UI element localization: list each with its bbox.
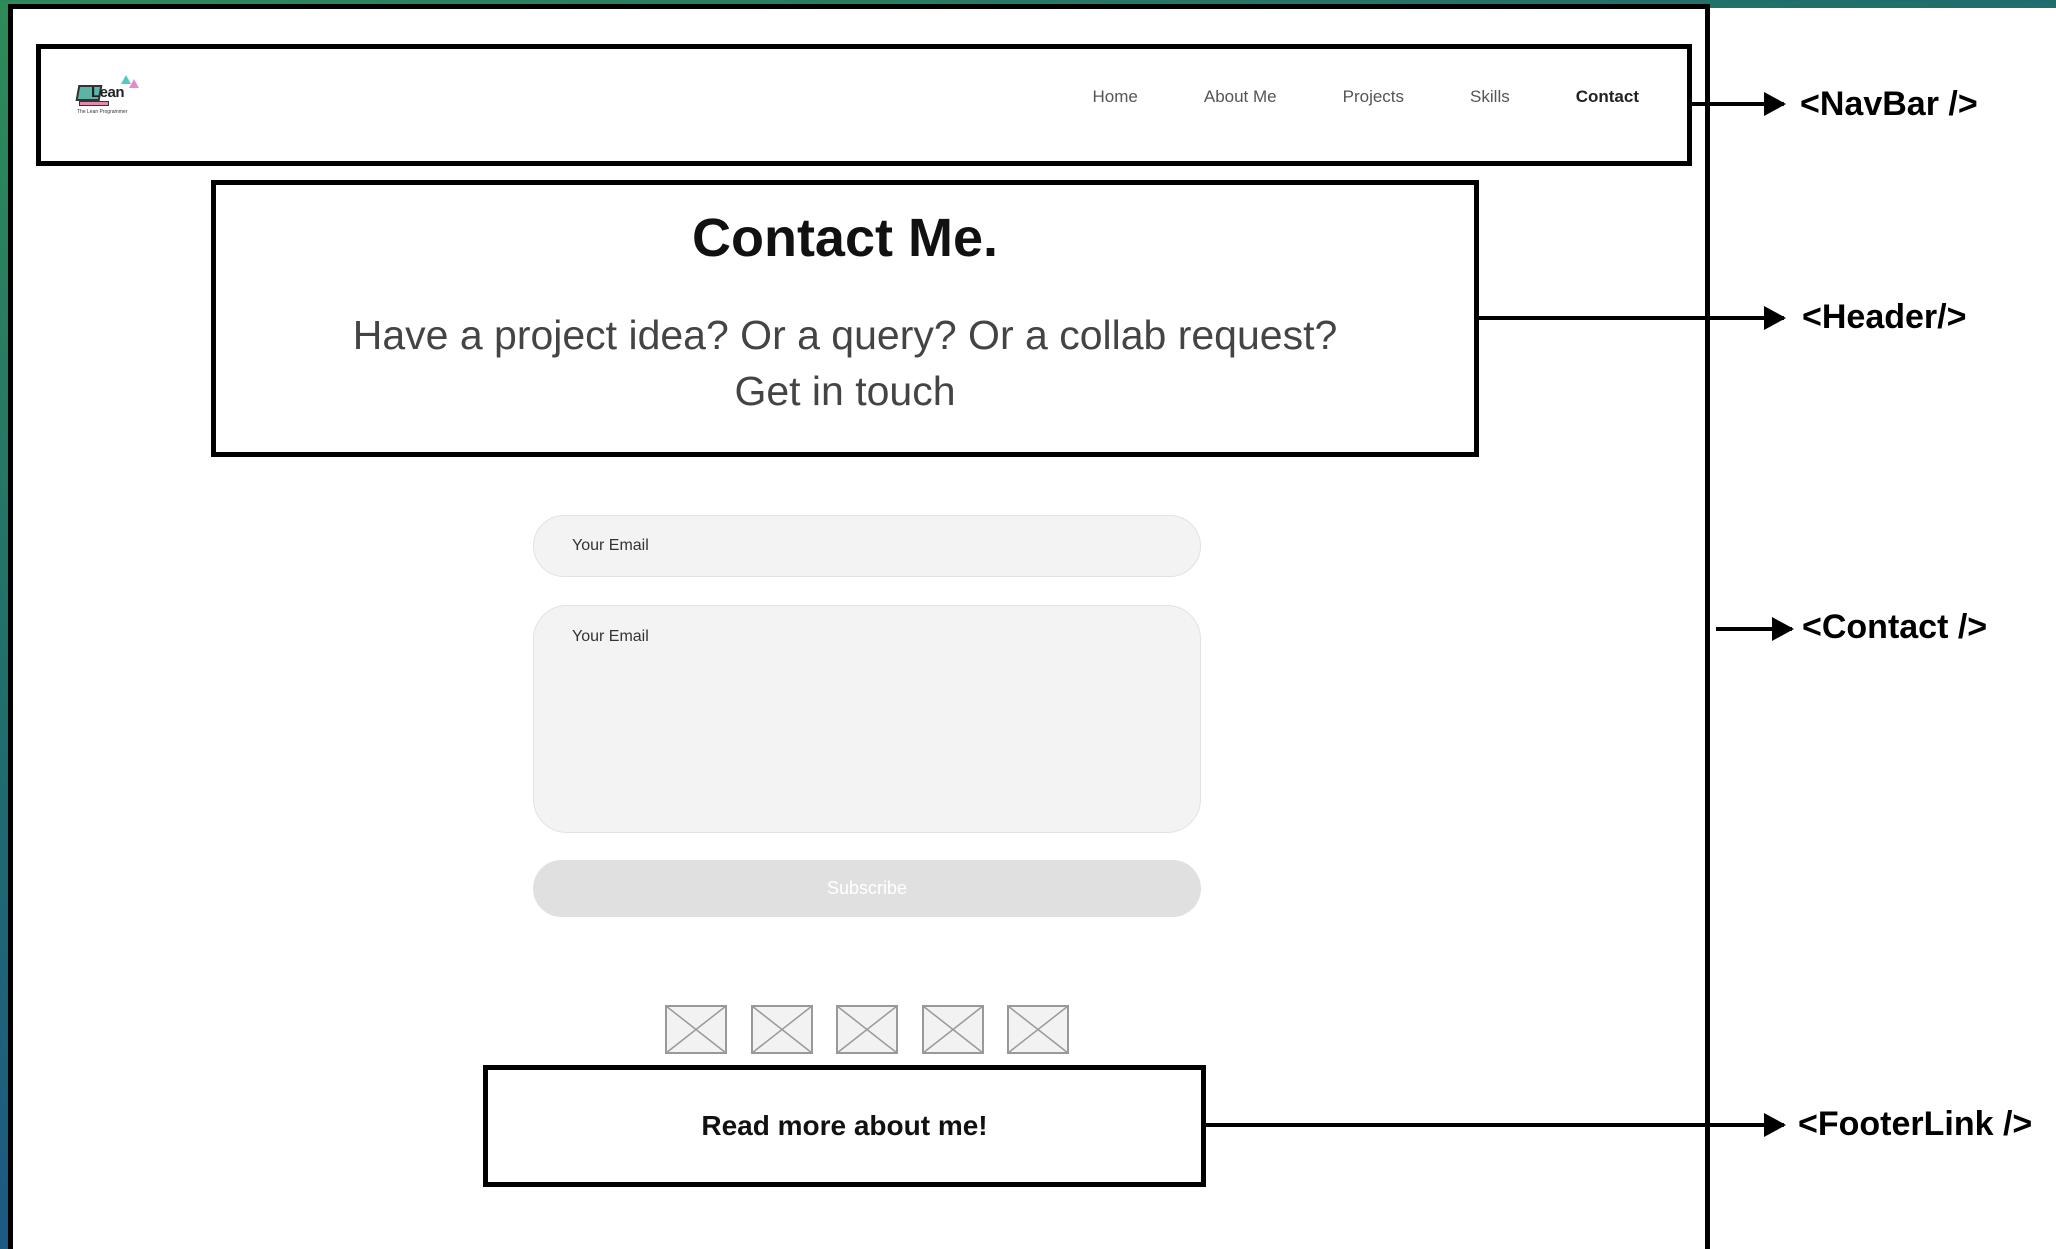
nav-link-about-me[interactable]: About Me (1204, 85, 1277, 109)
image-placeholder-icon[interactable] (665, 1005, 727, 1054)
triangle-icon (129, 79, 139, 88)
footer-link[interactable]: Read more about me! (483, 1065, 1206, 1187)
footer-annotation-arrow (1206, 1123, 1784, 1127)
email-input[interactable] (533, 515, 1201, 577)
header: Contact Me. Have a project idea? Or a qu… (211, 180, 1479, 457)
arrow-head-icon (1772, 617, 1794, 641)
laptop-base-icon (79, 101, 109, 106)
arrow-head-icon (1764, 306, 1786, 330)
image-placeholder-icon[interactable] (750, 1005, 813, 1054)
navbar: Lean The Lean Programmer Home About Me P… (36, 44, 1692, 166)
subtitle-line-2: Get in touch (734, 368, 956, 414)
nav-link-projects[interactable]: Projects (1343, 85, 1404, 109)
image-placeholder-icon[interactable] (921, 1005, 984, 1054)
navbar-annotation-label: <NavBar /> (1800, 85, 1978, 123)
arrow-head-icon (1764, 1113, 1786, 1137)
header-annotation-label: <Header/> (1802, 298, 1967, 336)
logo-subtext: The Lean Programmer (77, 109, 128, 115)
nav-links: Home About Me Projects Skills Contact (1027, 85, 1640, 109)
social-links (665, 1005, 1093, 1054)
page-title: Contact Me. (691, 208, 999, 268)
nav-link-contact[interactable]: Contact (1576, 85, 1639, 109)
logo-text: Lean (91, 84, 125, 101)
logo[interactable]: Lean The Lean Programmer (75, 75, 139, 119)
subtitle-line-1: Have a project idea? Or a query? Or a co… (352, 312, 1338, 358)
contact-annotation-label: <Contact /> (1802, 608, 1988, 646)
arrow-head-icon (1764, 92, 1786, 116)
nav-link-home[interactable]: Home (1093, 85, 1138, 109)
image-placeholder-icon[interactable] (836, 1005, 898, 1054)
nav-link-skills[interactable]: Skills (1470, 85, 1510, 109)
subscribe-button[interactable]: Subscribe (533, 860, 1201, 917)
message-input[interactable] (533, 605, 1201, 833)
image-placeholder-icon[interactable] (1007, 1005, 1069, 1054)
footer-annotation-label: <FooterLink /> (1798, 1105, 2033, 1143)
page-subtitle: Have a project idea? Or a query? Or a co… (216, 307, 1474, 419)
header-annotation-arrow (1479, 316, 1784, 320)
